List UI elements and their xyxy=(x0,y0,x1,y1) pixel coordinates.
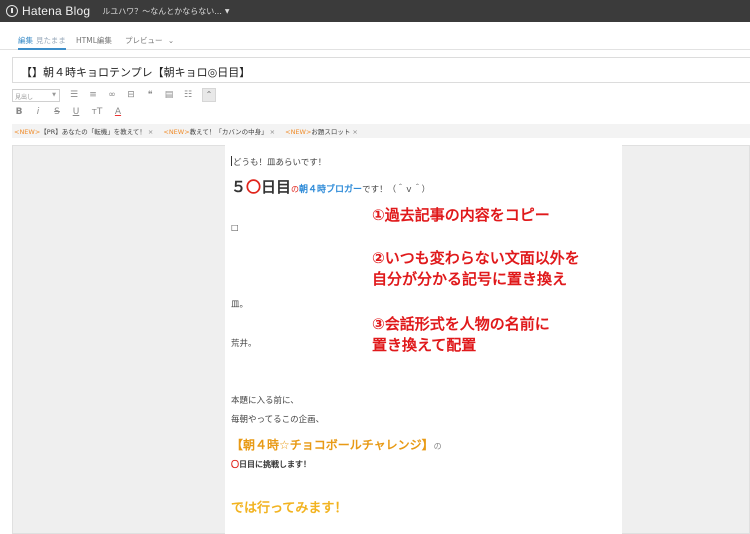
greeting-text: どうも！皿あらいです！ xyxy=(233,158,327,168)
topic-text: お題スロット xyxy=(311,128,351,136)
day-count-line[interactable]: ５〇日目の朝４時ブロガーです！（＾ｖ＾） xyxy=(231,176,430,197)
screen: Hatena Blog ルユハワ？～なんとかならない... ▼ 編集 見たまま H… xyxy=(0,0,750,534)
topic-text: 【PR】あなたの「転機」を教えて！ xyxy=(40,128,146,136)
chevron-down-icon: ⌄ xyxy=(167,36,175,45)
tab-wysiwyg[interactable]: 編集 見たまま xyxy=(18,35,66,50)
speaker-arai[interactable]: 荒井。 xyxy=(231,337,257,349)
day-count-rest: です！（＾ｖ＾） xyxy=(362,185,431,195)
close-icon[interactable]: × xyxy=(270,128,275,136)
topic-suggestion[interactable]: <NEW>【PR】あなたの「転機」を教えて！ × xyxy=(14,126,153,136)
link-icon[interactable]: ∞ xyxy=(107,90,117,100)
topic-suggestion[interactable]: <NEW>教えて！「カバンの中身」 × xyxy=(163,126,275,136)
horizontal-rule-icon[interactable]: ⊟ xyxy=(126,90,136,100)
tab-label: 編集 xyxy=(18,36,33,45)
blog-selector[interactable]: ルユハワ？～なんとかならない... ▼ xyxy=(102,6,229,17)
toolbar-row-2: B i S U тT A xyxy=(14,105,132,119)
toolbar-row-1: 見出し ▼ ☰ ≡ ∞ ⊟ ❝ ▤ ☷ ⌃ xyxy=(12,87,216,103)
annotation-step-2-line-2: 自分が分かる記号に置き換え xyxy=(372,270,568,288)
more-icon[interactable]: ☷ xyxy=(183,90,193,100)
lets-go-line[interactable]: では行ってみます！ xyxy=(231,497,347,516)
tab-preview[interactable]: プレビュー ⌄ xyxy=(125,35,174,50)
attempt-placeholder: 〇 xyxy=(231,460,239,469)
text-cursor xyxy=(231,156,232,166)
topic-text: 教えて！「カバンの中身」 xyxy=(189,128,268,136)
new-badge: <NEW> xyxy=(285,128,312,136)
collapse-toolbar-icon[interactable]: ⌃ xyxy=(202,88,216,102)
challenge-line[interactable]: 【朝４時☆チョコボールチャレンジ】の xyxy=(231,434,442,453)
bold-button[interactable]: B xyxy=(14,107,24,117)
challenge-title: 【朝４時☆チョコボールチャレンジ】 xyxy=(231,438,434,452)
bullet-list-icon[interactable]: ☰ xyxy=(69,90,79,100)
title-input[interactable]: 【】朝４時キョロテンプレ【朝キョロ◎日目】 xyxy=(12,57,750,83)
tab-label: プレビュー xyxy=(125,36,163,45)
new-badge: <NEW> xyxy=(163,128,190,136)
close-icon[interactable]: × xyxy=(148,128,153,136)
blogger-label: 朝４時ブロガー xyxy=(299,185,363,195)
annotation-step-3-line-2: 置き換えて配置 xyxy=(372,336,477,354)
annotation-step-2-line-1: ②いつも変わらない文面以外を xyxy=(372,249,580,267)
top-bar: Hatena Blog ルユハワ？～なんとかならない... ▼ xyxy=(0,0,750,22)
caret-down-icon: ▼ xyxy=(224,7,230,15)
caret-down-icon: ▼ xyxy=(52,91,56,98)
day-placeholder: 〇 xyxy=(246,178,262,196)
intro-line-1[interactable]: 本題に入る前に、 xyxy=(231,394,299,406)
attempt-text: 日目に挑戦します！ xyxy=(239,460,311,469)
strikethrough-button[interactable]: S xyxy=(52,107,62,117)
tab-sub-label: 見たまま xyxy=(36,36,66,45)
hatena-logo-icon xyxy=(6,5,18,17)
placeholder-square[interactable]: □ xyxy=(231,223,239,232)
particle-no: の xyxy=(433,442,442,451)
font-size-button[interactable]: тT xyxy=(90,107,104,117)
attempt-line[interactable]: 〇日目に挑戦します！ xyxy=(231,459,311,470)
italic-button[interactable]: i xyxy=(33,107,43,117)
quote-icon[interactable]: ❝ xyxy=(145,90,155,100)
close-icon[interactable]: × xyxy=(352,128,357,136)
hatena-blog-logo[interactable]: Hatena Blog xyxy=(22,4,90,18)
numbered-list-icon[interactable]: ≡ xyxy=(88,90,98,100)
topic-suggestion-bar: <NEW>【PR】あなたの「転機」を教えて！ × <NEW>教えて！「カバンの中身… xyxy=(12,124,750,138)
new-badge: <NEW> xyxy=(14,128,41,136)
annotation-step-3-line-1: ③会話形式を人物の名前に xyxy=(372,315,550,333)
annotation-step-1: ①過去記事の内容をコピー xyxy=(372,206,550,224)
table-icon[interactable]: ▤ xyxy=(164,90,174,100)
intro-line-2[interactable]: 毎朝やってるこの企画、 xyxy=(231,413,324,425)
day-number: ５ xyxy=(231,178,247,196)
underline-button[interactable]: U xyxy=(71,107,81,117)
day-label: 日目 xyxy=(261,178,292,196)
speaker-sara[interactable]: 皿。 xyxy=(231,298,248,310)
editor-tabs: 編集 見たまま HTML編集 プレビュー ⌄ xyxy=(0,30,750,50)
greeting-line[interactable]: どうも！皿あらいです！ xyxy=(231,156,326,168)
particle-no: の xyxy=(291,185,300,194)
blog-name: ルユハワ？～なんとかならない... xyxy=(102,6,222,16)
heading-select[interactable]: 見出し ▼ xyxy=(12,88,60,102)
topic-suggestion[interactable]: <NEW>お題スロット × xyxy=(285,126,358,136)
tab-html[interactable]: HTML編集 xyxy=(76,35,112,50)
heading-select-value: 見出し xyxy=(15,93,34,101)
text-color-button[interactable]: A xyxy=(113,107,123,117)
